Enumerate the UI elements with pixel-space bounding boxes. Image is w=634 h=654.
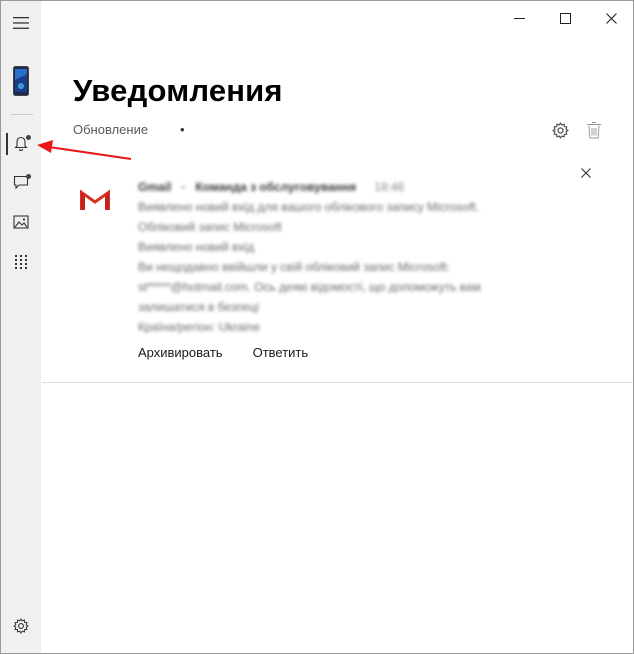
notification-content: Gmail · Команда з обслуговування 18:46 Вияв… bbox=[138, 177, 558, 337]
photo-icon bbox=[13, 215, 29, 229]
notification-body-line: Виявлено новий вхід bbox=[138, 240, 255, 254]
notification-body-line: залишатися в безпеці bbox=[138, 300, 260, 314]
sidebar-item-phone[interactable] bbox=[1, 61, 41, 101]
notification-body-line: Обліковий запис Microsoft bbox=[138, 220, 282, 234]
maximize-button[interactable] bbox=[550, 5, 580, 31]
notification-body-line: Країна/регіон: Ukraine bbox=[138, 320, 261, 334]
notification-header: Gmail · Команда з обслуговування 18:46 bbox=[138, 177, 558, 197]
clear-all-button[interactable] bbox=[584, 120, 604, 140]
page-title: Уведомления bbox=[73, 73, 283, 108]
notification-separator: · bbox=[181, 180, 186, 194]
notification-app: Gmail bbox=[138, 180, 172, 194]
phone-icon bbox=[13, 66, 29, 96]
status-bullet: • bbox=[180, 122, 185, 137]
sidebar-item-messages[interactable] bbox=[1, 162, 41, 202]
sidebar bbox=[1, 1, 41, 653]
notification-card[interactable]: Gmail · Команда з обслуговування 18:46 Вияв… bbox=[42, 157, 633, 383]
gear-icon bbox=[13, 618, 29, 634]
gear-icon bbox=[551, 121, 569, 139]
apps-grid-icon bbox=[15, 255, 27, 269]
notification-actions: Архивировать Ответить bbox=[138, 345, 338, 360]
maximize-icon bbox=[559, 12, 571, 24]
sidebar-divider bbox=[11, 114, 33, 115]
reply-button[interactable]: Ответить bbox=[253, 345, 309, 360]
notifications-badge bbox=[26, 135, 31, 140]
your-phone-window: Уведомления Обновление • Gmail · Команда… bbox=[0, 0, 634, 654]
sidebar-item-notifications[interactable] bbox=[1, 123, 41, 163]
trash-icon bbox=[587, 121, 601, 138]
notification-body-line: st*****@hotmail.com. Ось деякі відомості… bbox=[138, 280, 481, 294]
notification-settings-button[interactable] bbox=[550, 120, 570, 140]
sidebar-item-settings[interactable] bbox=[1, 606, 41, 646]
close-icon bbox=[605, 12, 617, 24]
close-icon bbox=[581, 168, 591, 178]
gmail-icon bbox=[80, 189, 110, 210]
archive-button[interactable]: Архивировать bbox=[138, 345, 223, 360]
sidebar-item-apps[interactable] bbox=[1, 242, 41, 282]
notification-body-line: Виявлено новий вхід для вашого обліковог… bbox=[138, 200, 480, 214]
minimize-icon bbox=[513, 17, 525, 19]
dismiss-notification-button[interactable] bbox=[576, 163, 596, 183]
minimize-button[interactable] bbox=[504, 5, 534, 31]
notification-sender: Команда з обслуговування bbox=[195, 180, 357, 194]
notification-body-line: Ви нещодавно ввійшли у свій обліковий за… bbox=[138, 260, 450, 274]
refresh-status: Обновление bbox=[73, 122, 149, 137]
notification-time: 18:46 bbox=[374, 180, 405, 194]
sidebar-menu-button[interactable] bbox=[1, 3, 41, 43]
sidebar-item-photos[interactable] bbox=[1, 202, 41, 242]
close-button[interactable] bbox=[596, 5, 626, 31]
hamburger-icon bbox=[13, 17, 29, 29]
messages-badge bbox=[26, 174, 31, 179]
